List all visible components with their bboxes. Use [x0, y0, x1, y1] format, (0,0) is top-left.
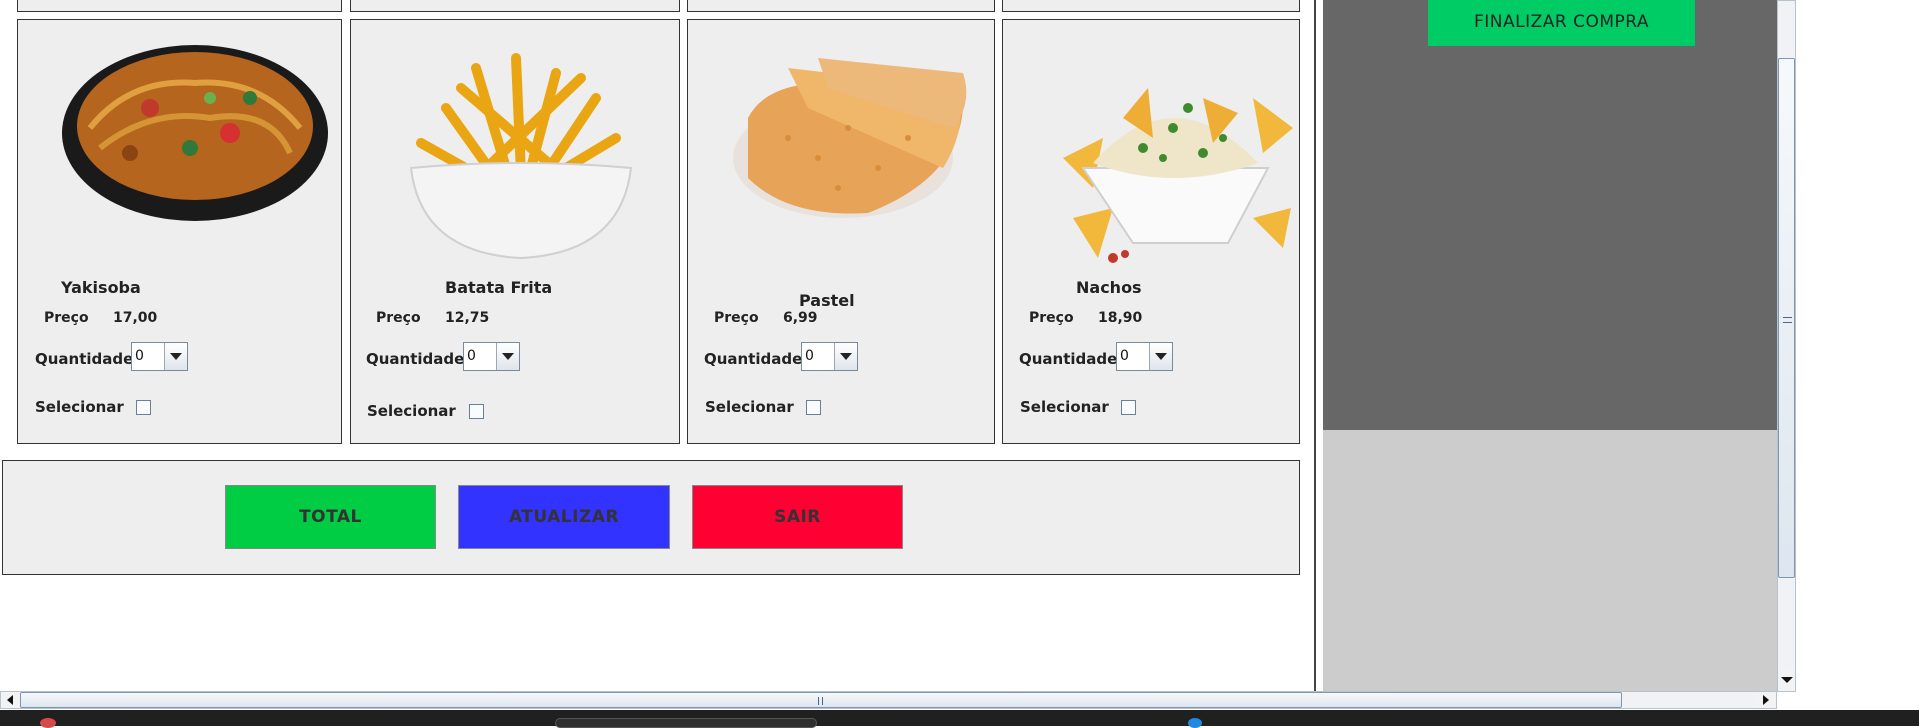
cart-panel: [1323, 0, 1777, 430]
quantity-label: Quantidade: [704, 350, 803, 368]
price-value: 18,90: [1098, 310, 1143, 326]
chevron-down-icon[interactable]: [1149, 343, 1172, 370]
scroll-right-icon[interactable]: [1757, 692, 1775, 708]
chevron-down-icon[interactable]: [496, 343, 519, 370]
quantity-value: 0: [135, 348, 144, 364]
taskbar-app-icon[interactable]: [1188, 718, 1202, 728]
quantity-select[interactable]: 0: [801, 342, 858, 371]
taskbar-app-icon[interactable]: [40, 718, 56, 728]
grip-icon: [818, 697, 823, 705]
taskbar: [0, 710, 1919, 726]
quantity-label: Quantidade: [35, 350, 134, 368]
scroll-left-icon[interactable]: [1, 692, 19, 708]
price-label: Preço: [1029, 310, 1074, 326]
yakisoba-image: [62, 45, 328, 221]
select-checkbox[interactable]: [1121, 400, 1136, 415]
quantity-select[interactable]: 0: [1116, 342, 1173, 371]
select-checkbox[interactable]: [806, 400, 821, 415]
product-name: Nachos: [1076, 278, 1142, 297]
card-top-partial-4: [1002, 0, 1300, 12]
select-label: Selecionar: [35, 398, 124, 416]
finalize-purchase-button[interactable]: FINALIZAR COMPRA: [1428, 0, 1695, 46]
price-label: Preço: [44, 310, 89, 326]
price-value: 17,00: [113, 310, 158, 326]
price-value: 12,75: [445, 310, 490, 326]
quantity-value: 0: [1120, 348, 1129, 364]
select-label: Selecionar: [367, 402, 456, 420]
quantity-label: Quantidade: [1019, 350, 1118, 368]
vertical-scrollbar-thumb[interactable]: [1778, 58, 1795, 578]
pane-divider: [1314, 0, 1316, 692]
chevron-down-icon[interactable]: [834, 343, 857, 370]
select-label: Selecionar: [1020, 398, 1109, 416]
product-name: Pastel: [799, 291, 855, 310]
product-card-nachos: Nachos Preço 18,90 Quantidade 0 Selecion…: [1002, 19, 1300, 444]
product-card-pastel: Pastel Preço 6,99 Quantidade 0 Seleciona…: [687, 19, 995, 444]
card-top-partial-2: [350, 0, 680, 12]
taskbar-search-box[interactable]: [555, 718, 817, 728]
nachos-image: [1063, 88, 1293, 263]
quantity-select[interactable]: 0: [463, 342, 520, 371]
update-button[interactable]: ATUALIZAR: [458, 485, 670, 549]
pastel-image: [733, 58, 967, 218]
cart-panel-footer: [1323, 430, 1777, 692]
quantity-select[interactable]: 0: [131, 342, 188, 371]
product-name: Yakisoba: [61, 278, 141, 297]
card-top-partial-1: [17, 0, 342, 12]
price-label: Preço: [714, 310, 759, 326]
price-value: 6,99: [783, 310, 818, 326]
chevron-down-icon[interactable]: [164, 343, 187, 370]
quantity-value: 0: [467, 348, 476, 364]
scroll-down-icon[interactable]: [1778, 670, 1795, 690]
product-card-yakisoba: Yakisoba Preço 17,00 Quantidade 0 Seleci…: [17, 19, 342, 444]
quantity-value: 0: [805, 348, 814, 364]
select-checkbox[interactable]: [469, 404, 484, 419]
price-label: Preço: [376, 310, 421, 326]
grip-icon: [1783, 317, 1792, 323]
card-top-partial-3: [687, 0, 995, 12]
select-label: Selecionar: [705, 398, 794, 416]
product-card-batata-frita: Batata Frita Preço 12,75 Quantidade 0 Se…: [350, 19, 680, 444]
fries-image: [409, 53, 633, 260]
product-name: Batata Frita: [445, 278, 553, 297]
horizontal-scrollbar-thumb[interactable]: [20, 692, 1622, 708]
total-button[interactable]: TOTAL: [225, 485, 436, 549]
exit-button[interactable]: SAIR: [692, 485, 903, 549]
quantity-label: Quantidade: [366, 350, 465, 368]
select-checkbox[interactable]: [136, 400, 151, 415]
